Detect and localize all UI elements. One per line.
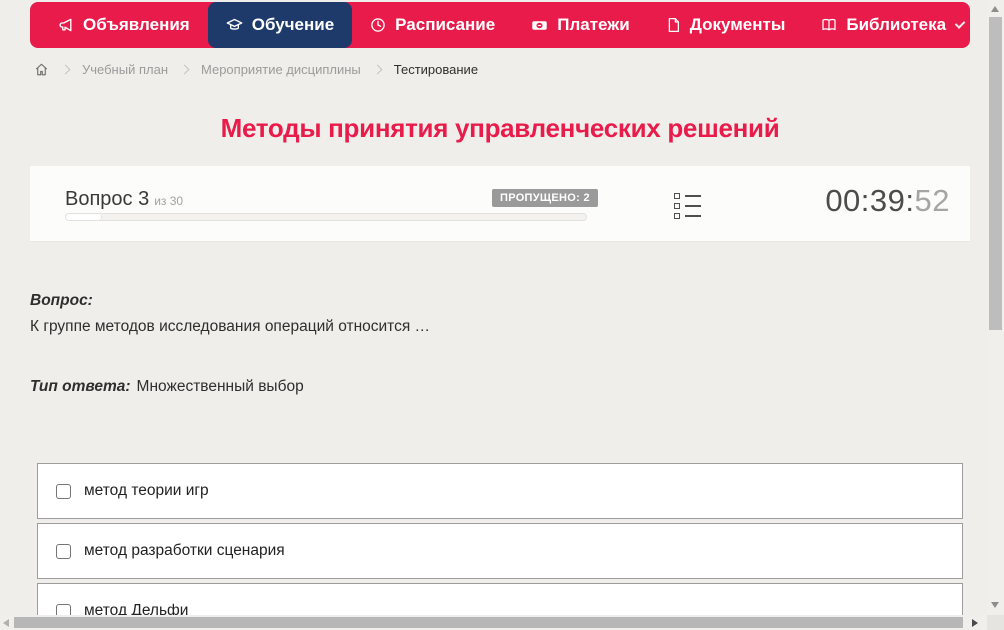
breadcrumb: Учебный план Мероприятие дисциплины Тест… bbox=[34, 62, 478, 77]
answer-type-label: Тип ответа: bbox=[30, 378, 131, 395]
document-icon bbox=[666, 17, 681, 33]
nav-item-label: Библиотека bbox=[846, 15, 947, 34]
timer-seconds: 52 bbox=[914, 183, 950, 218]
main-nav: Объявления Обучение Расписание Платежи Д… bbox=[30, 2, 970, 48]
answer-type-row: Тип ответа: Множественный выбор bbox=[30, 378, 304, 396]
horizontal-scrollbar-thumb[interactable] bbox=[14, 617, 963, 628]
timer-hours-minutes: 00:39: bbox=[825, 183, 915, 218]
option-label: метод теории игр bbox=[84, 482, 209, 499]
scrollbar-corner bbox=[987, 615, 1004, 630]
scroll-right-arrow-icon[interactable] bbox=[972, 619, 978, 627]
question-number: Вопрос 3 из 30 bbox=[65, 188, 184, 210]
graduation-cap-icon bbox=[226, 17, 243, 34]
open-book-icon bbox=[821, 17, 837, 33]
chevron-down-icon bbox=[954, 18, 966, 29]
question-header-card: Вопрос 3 из 30 ПРОПУЩЕНО: 2 00:39:52 bbox=[30, 166, 970, 242]
horizontal-scrollbar[interactable] bbox=[0, 615, 987, 630]
answer-type-value: Множественный выбор bbox=[136, 378, 304, 395]
option-label: метод разработки сценария bbox=[84, 542, 285, 559]
nav-item-label: Объявления bbox=[83, 15, 190, 34]
skipped-badge: ПРОПУЩЕНО: 2 bbox=[492, 189, 598, 207]
breadcrumb-testing: Тестирование bbox=[393, 62, 479, 77]
countdown-timer: 00:39:52 bbox=[825, 183, 950, 219]
nav-item-label: Обучение bbox=[251, 15, 335, 34]
breadcrumb-discipline-event[interactable]: Мероприятие дисциплины bbox=[201, 62, 361, 77]
scroll-down-arrow-icon[interactable] bbox=[991, 602, 999, 608]
nav-item-label: Расписание bbox=[395, 15, 496, 34]
vertical-scrollbar-thumb[interactable] bbox=[989, 17, 1002, 330]
nav-item-label: Документы bbox=[689, 15, 786, 34]
option-checkbox[interactable] bbox=[56, 543, 71, 559]
breadcrumb-chevron-icon bbox=[60, 64, 71, 75]
breadcrumb-chevron-icon bbox=[179, 64, 190, 75]
nav-item-label: Платежи bbox=[557, 15, 630, 34]
answer-options: метод теории игр метод разработки сценар… bbox=[37, 463, 963, 630]
option-checkbox[interactable] bbox=[56, 483, 71, 499]
answer-option-row[interactable]: метод разработки сценария bbox=[37, 523, 963, 579]
clock-icon bbox=[370, 17, 386, 33]
breadcrumb-curriculum[interactable]: Учебный план bbox=[82, 62, 168, 77]
breadcrumb-chevron-icon bbox=[372, 64, 383, 75]
nav-item-documents[interactable]: Документы bbox=[648, 2, 804, 48]
scroll-up-arrow-icon[interactable] bbox=[991, 6, 999, 12]
vertical-scrollbar[interactable] bbox=[987, 0, 1004, 615]
question-label: Вопрос: bbox=[30, 292, 93, 309]
nav-item-announcements[interactable]: Объявления bbox=[40, 2, 208, 48]
scroll-left-arrow-icon[interactable] bbox=[3, 619, 9, 627]
question-text: К группе методов исследования операций о… bbox=[30, 318, 431, 335]
nav-item-schedule[interactable]: Расписание bbox=[352, 2, 513, 48]
progress-bar bbox=[65, 213, 587, 221]
nav-item-library[interactable]: Библиотека bbox=[803, 2, 984, 48]
banknote-icon bbox=[531, 17, 548, 34]
progress-fill bbox=[66, 214, 103, 220]
question-list-icon[interactable] bbox=[674, 193, 701, 219]
home-icon[interactable] bbox=[34, 62, 49, 77]
page-title: Методы принятия управленческих решений bbox=[220, 113, 780, 143]
answer-option-row[interactable]: метод теории игр bbox=[37, 463, 963, 519]
nav-item-payments[interactable]: Платежи bbox=[513, 2, 648, 48]
question-total: из 30 bbox=[154, 194, 184, 208]
nav-item-training[interactable]: Обучение bbox=[207, 2, 353, 48]
megaphone-icon bbox=[58, 17, 74, 33]
